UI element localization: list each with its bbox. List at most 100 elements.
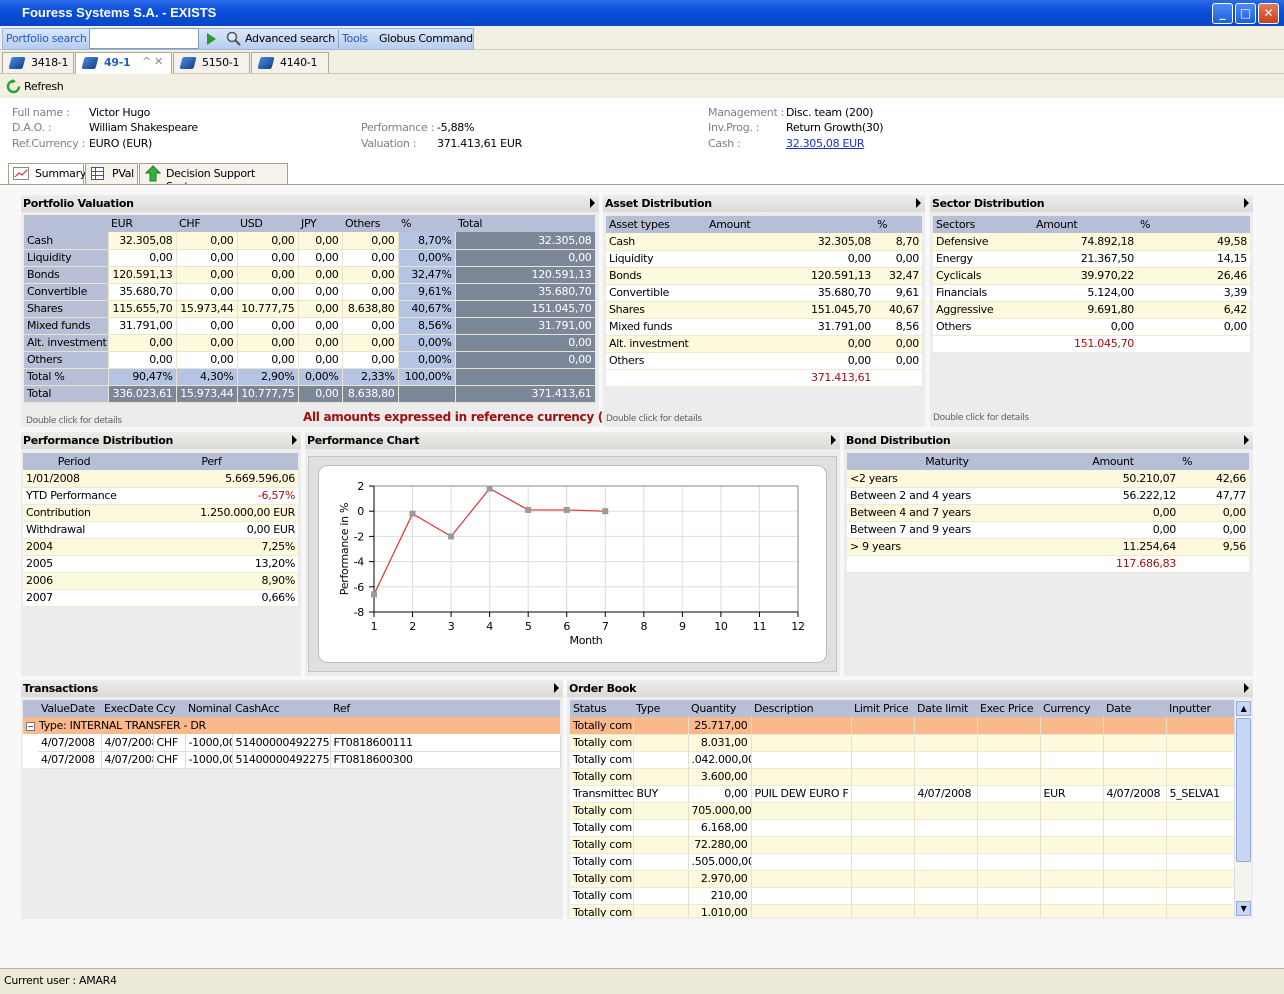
tab-pval[interactable]: PVal <box>85 163 138 184</box>
table-row[interactable]: Mixed funds 31.791,00 8,56 <box>606 318 922 336</box>
table-row[interactable]: YTD Performance -6,57% <box>23 487 298 505</box>
table-row[interactable]: Others 0,00 0,00 <box>933 318 1250 336</box>
expand-arrow-icon[interactable] <box>1244 683 1249 693</box>
tab-3418-1[interactable]: 3418-1 <box>2 52 74 73</box>
expand-arrow-icon[interactable] <box>554 683 559 693</box>
scroll-up-icon[interactable]: ▲ <box>1236 701 1251 716</box>
scroll-thumb[interactable] <box>1236 718 1251 862</box>
globus-command-button[interactable]: Globus Command <box>379 32 473 45</box>
table-row[interactable]: Alt. investment 0,00 0,00 0,00 0,00 0,00 0,00%… <box>24 334 596 352</box>
table-row[interactable]: Energy 21.367,50 14,15 <box>933 250 1250 268</box>
portfolio-search-input[interactable] <box>89 28 199 49</box>
table-row[interactable]: Between 2 and 4 years 56.222,12 47,77 <box>847 487 1249 505</box>
performance-chart[interactable]: 1 2 3 4 5 6 7 8 9 10 11 1220-2-4-6-8MonthPerformanc… <box>318 465 827 663</box>
minimize-button[interactable]: _ <box>1212 3 1233 24</box>
table-row[interactable]: Convertible 35.680,70 9,61 <box>606 284 922 302</box>
table-row[interactable]: Liquidity 0,00 0,00 0,00 0,00 0,00 0,00% 0,00 <box>24 249 596 267</box>
table-row[interactable]: 4/07/2008 4/07/2008 CHF -1000,00 51400000492… <box>23 751 561 769</box>
table-row[interactable]: Totally comp 705.000,00 <box>570 802 1235 820</box>
table-row[interactable]: <2 years 50.210,07 42,66 <box>847 470 1249 488</box>
asset-distribution-table[interactable]: Asset types Amount% Cash 32.305,08 8,70 Liqui… <box>606 216 922 387</box>
sector-distribution-title[interactable]: Sector Distribution <box>930 195 1253 212</box>
sector-distribution-table[interactable]: Sectors Amount% Defensive 74.892,18 49,58 Ene… <box>933 216 1250 353</box>
table-row[interactable]: 117.686,83 <box>847 555 1249 573</box>
table-row[interactable]: Cash 32.305,08 0,00 0,00 0,00 0,00 8,70% 32.305… <box>24 232 596 250</box>
table-row[interactable]: Withdrawal 0,00 EUR <box>23 521 298 539</box>
tools-menu[interactable]: Tools <box>342 32 368 45</box>
collapse-toggle[interactable]: − <box>26 722 35 731</box>
table-row[interactable]: 2005 13,20% <box>23 555 298 573</box>
table-row[interactable]: Alt. investment 0,00 0,00 <box>606 335 922 353</box>
order-book-table[interactable]: Status Type Quantity Description Limit Price… <box>570 700 1235 917</box>
asset-distribution-title[interactable]: Asset Distribution <box>603 195 925 212</box>
table-row[interactable]: Others 0,00 0,00 0,00 0,00 0,00 0,00% 0,00 <box>24 351 596 369</box>
table-row[interactable]: Shares 115.655,70 15.973,44 10.777,75 0,00 8.… <box>24 300 596 318</box>
performance-distribution-title[interactable]: Performance Distribution <box>21 432 301 449</box>
table-row[interactable]: Total 336.023,61 15.973,44 10.777,75 0,00 8.6… <box>24 385 596 403</box>
refresh-button[interactable]: Refresh <box>4 77 76 95</box>
table-row[interactable]: Totally comp 3.600,00 <box>570 768 1235 786</box>
expand-arrow-icon[interactable] <box>590 198 595 208</box>
table-row[interactable]: 2007 0,66% <box>23 589 298 607</box>
table-row[interactable]: Aggressive 9.691,80 6,42 <box>933 301 1250 319</box>
close-button[interactable]: ✕ <box>1258 3 1279 24</box>
expand-arrow-icon[interactable] <box>1244 198 1249 208</box>
table-row[interactable]: 2006 8,90% <box>23 572 298 590</box>
table-row[interactable]: Financials 5.124,00 3,39 <box>933 284 1250 302</box>
tab-49-1[interactable]: 49-1 ^ ✕ <box>75 52 172 75</box>
scroll-down-icon[interactable]: ▼ <box>1236 901 1251 916</box>
expand-arrow-icon[interactable] <box>292 435 297 445</box>
table-row[interactable]: > 9 years 11.254,64 9,56 <box>847 538 1249 556</box>
tab-5150-1[interactable]: 5150-1 <box>173 52 250 73</box>
table-row[interactable]: Others 0,00 0,00 <box>606 352 922 370</box>
tab-close-icon[interactable]: ^ ✕ <box>142 55 163 68</box>
table-row[interactable]: 4/07/2008 4/07/2008 CHF -1000,00 51400000492… <box>23 734 561 752</box>
table-row[interactable]: Totally comp 6.168,00 <box>570 819 1235 837</box>
table-row[interactable]: Totally comp 2.970,00 <box>570 870 1235 888</box>
table-row[interactable]: Mixed funds 31.791,00 0,00 0,00 0,00 0,00 8,56… <box>24 317 596 335</box>
table-row[interactable]: Defensive 74.892,18 49,58 <box>933 233 1250 251</box>
transactions-title[interactable]: Transactions <box>21 680 563 697</box>
table-row[interactable]: Totally comp 25.717,00 <box>570 717 1235 735</box>
go-icon[interactable] <box>207 33 216 45</box>
maximize-button[interactable]: □ <box>1235 3 1256 24</box>
table-row[interactable]: Cyclicals 39.970,22 26,46 <box>933 267 1250 285</box>
table-row[interactable]: Between 7 and 9 years 0,00 0,00 <box>847 521 1249 539</box>
table-row[interactable]: Transmitted BUY 0,00 PUIL DEW EURO F 4/07/20… <box>570 785 1235 803</box>
tab-decision-support[interactable]: Decision Support System <box>139 163 288 193</box>
table-row[interactable]: Totally comp .042.000,00 <box>570 751 1235 769</box>
table-row[interactable]: Convertible 35.680,70 0,00 0,00 0,00 0,00 9,61… <box>24 283 596 301</box>
expand-arrow-icon[interactable] <box>1244 435 1249 445</box>
bond-distribution-title[interactable]: Bond Distribution <box>844 432 1253 449</box>
table-row[interactable]: 1/01/2008 5.669.596,06 <box>23 470 298 488</box>
performance-chart-title[interactable]: Performance Chart <box>305 432 840 449</box>
bond-distribution-table[interactable]: Maturity Amount% <2 years 50.210,07 42,66 Bet… <box>847 453 1249 573</box>
table-row[interactable]: Contribution 1.250.000,00 EUR <box>23 504 298 522</box>
expand-arrow-icon[interactable] <box>831 435 836 445</box>
portfolio-valuation-table[interactable]: EUR CHF USD JPY Others% Total Cash 32.305,08 0,… <box>24 215 596 403</box>
table-row[interactable]: 371.413,61 <box>606 369 922 387</box>
portfolio-valuation-title[interactable]: Portfolio Valuation <box>21 195 599 212</box>
cash-link[interactable]: 32.305,08 EUR <box>786 137 865 150</box>
expand-arrow-icon[interactable] <box>916 198 921 208</box>
table-row[interactable]: Bonds 120.591,13 32,47 <box>606 267 922 285</box>
table-row[interactable]: Total % 90,47% 4,30% 2,90% 0,00% 2,33% 100,00% <box>24 368 596 386</box>
table-row[interactable]: Cash 32.305,08 8,70 <box>606 233 922 251</box>
table-row[interactable]: Totally comp 1.010,00 <box>570 904 1235 917</box>
tab-4140-1[interactable]: 4140-1 <box>251 52 329 73</box>
table-row[interactable]: Totally comp 210,00 <box>570 887 1235 905</box>
table-row[interactable]: Bonds 120.591,13 0,00 0,00 0,00 0,00 32,47% 120… <box>24 266 596 284</box>
table-row[interactable]: Shares 151.045,70 40,67 <box>606 301 922 319</box>
table-row[interactable]: 151.045,70 <box>933 335 1250 353</box>
table-row[interactable]: 2004 7,25% <box>23 538 298 556</box>
table-row[interactable]: Totally comp 72.280,00 <box>570 836 1235 854</box>
table-row[interactable]: Liquidity 0,00 0,00 <box>606 250 922 268</box>
table-row[interactable]: Between 4 and 7 years 0,00 0,00 <box>847 504 1249 522</box>
transactions-table[interactable]: ValueDate ExecDate Ccy Nominal CashAcc Ref − Ty… <box>23 700 561 769</box>
group-row[interactable]: − Type: INTERNAL TRANSFER - DR <box>23 717 560 734</box>
order-book-title[interactable]: Order Book <box>567 680 1253 697</box>
order-book-scrollbar[interactable]: ▲ ▼ <box>1234 700 1251 917</box>
table-row[interactable]: Totally comp .505.000,00 <box>570 853 1235 871</box>
tab-summary[interactable]: Summary <box>8 163 86 185</box>
table-row[interactable]: Totally comp 8.031,00 <box>570 734 1235 752</box>
